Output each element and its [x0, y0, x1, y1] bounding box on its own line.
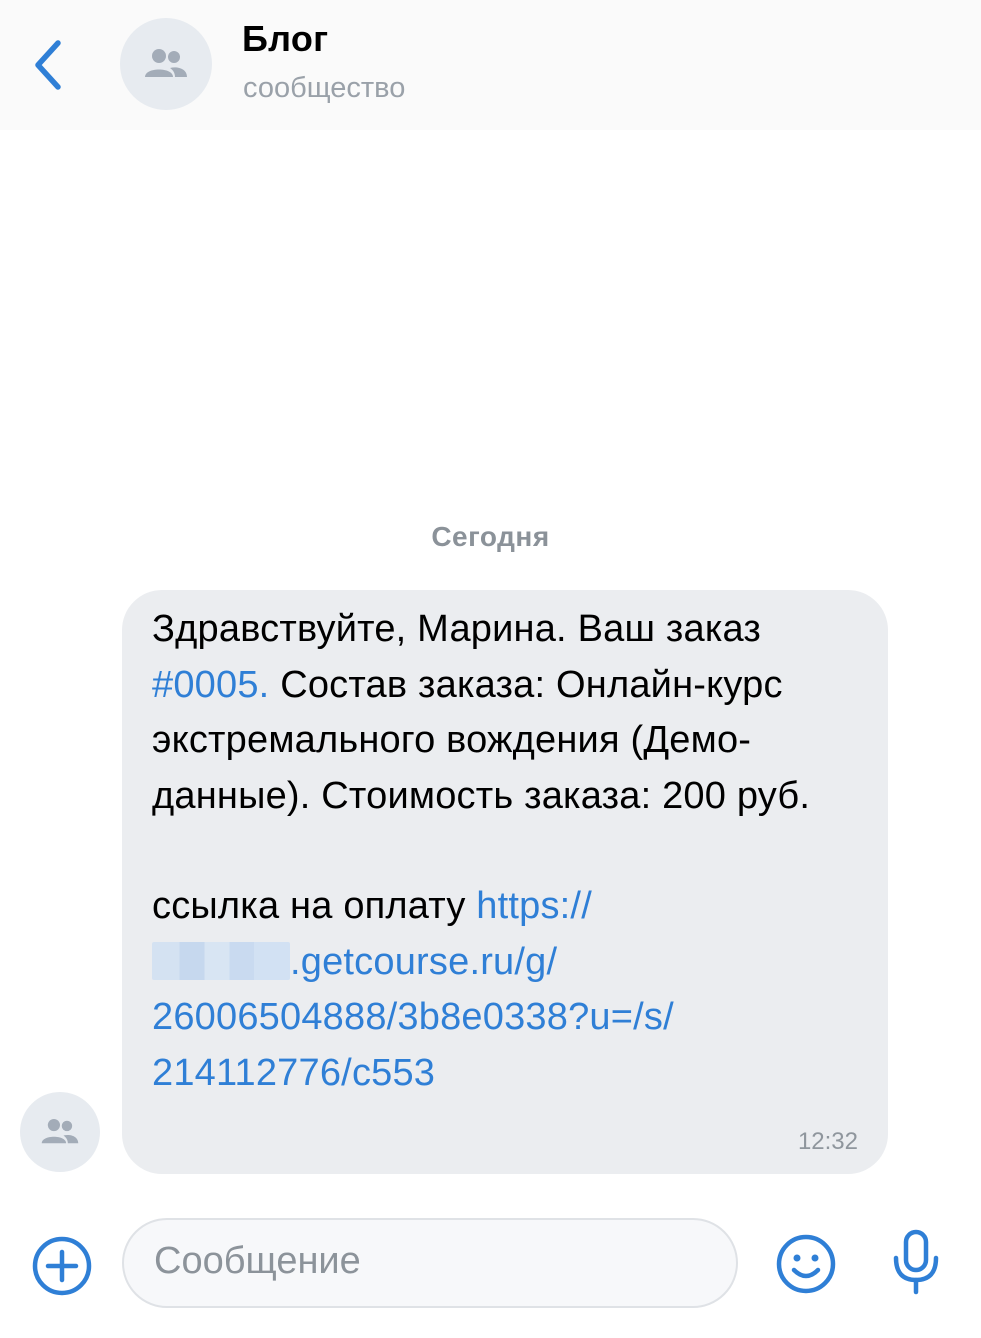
voice-message-button[interactable] [890, 1228, 942, 1298]
group-icon [145, 49, 187, 77]
community-avatar[interactable] [120, 18, 212, 110]
message-bubble[interactable]: Здравствуйте, Марина. Ваш заказ #0005. С… [122, 590, 888, 1174]
chevron-left-icon [35, 40, 61, 90]
group-icon [41, 1118, 79, 1144]
emoji-button[interactable] [774, 1232, 838, 1296]
redacted-subdomain [152, 941, 290, 980]
message-composer: Сообщение [0, 1200, 981, 1338]
date-separator: Сегодня [431, 521, 550, 552]
message-input-placeholder: Сообщение [154, 1240, 361, 1282]
chat-title[interactable]: Блог [242, 18, 328, 60]
back-button[interactable] [20, 30, 76, 100]
chat-header: Блог сообщество [0, 0, 981, 130]
chat-subtitle: сообщество [243, 72, 406, 104]
payment-label: ссылка на оплату [152, 885, 477, 927]
plus-circle-icon [32, 1236, 92, 1296]
microphone-icon [893, 1229, 939, 1295]
smile-icon [776, 1234, 836, 1294]
message-text: Здравствуйте, Марина. Ваш заказ #0005. С… [152, 602, 862, 1101]
attach-button[interactable] [30, 1234, 94, 1298]
message-greeting: Здравствуйте, Марина. Ваш заказ [152, 608, 762, 650]
order-link[interactable]: #0005. [152, 664, 269, 706]
sender-avatar[interactable] [20, 1092, 100, 1172]
message-time: 12:32 [797, 1128, 858, 1155]
message-input[interactable]: Сообщение [122, 1218, 738, 1308]
